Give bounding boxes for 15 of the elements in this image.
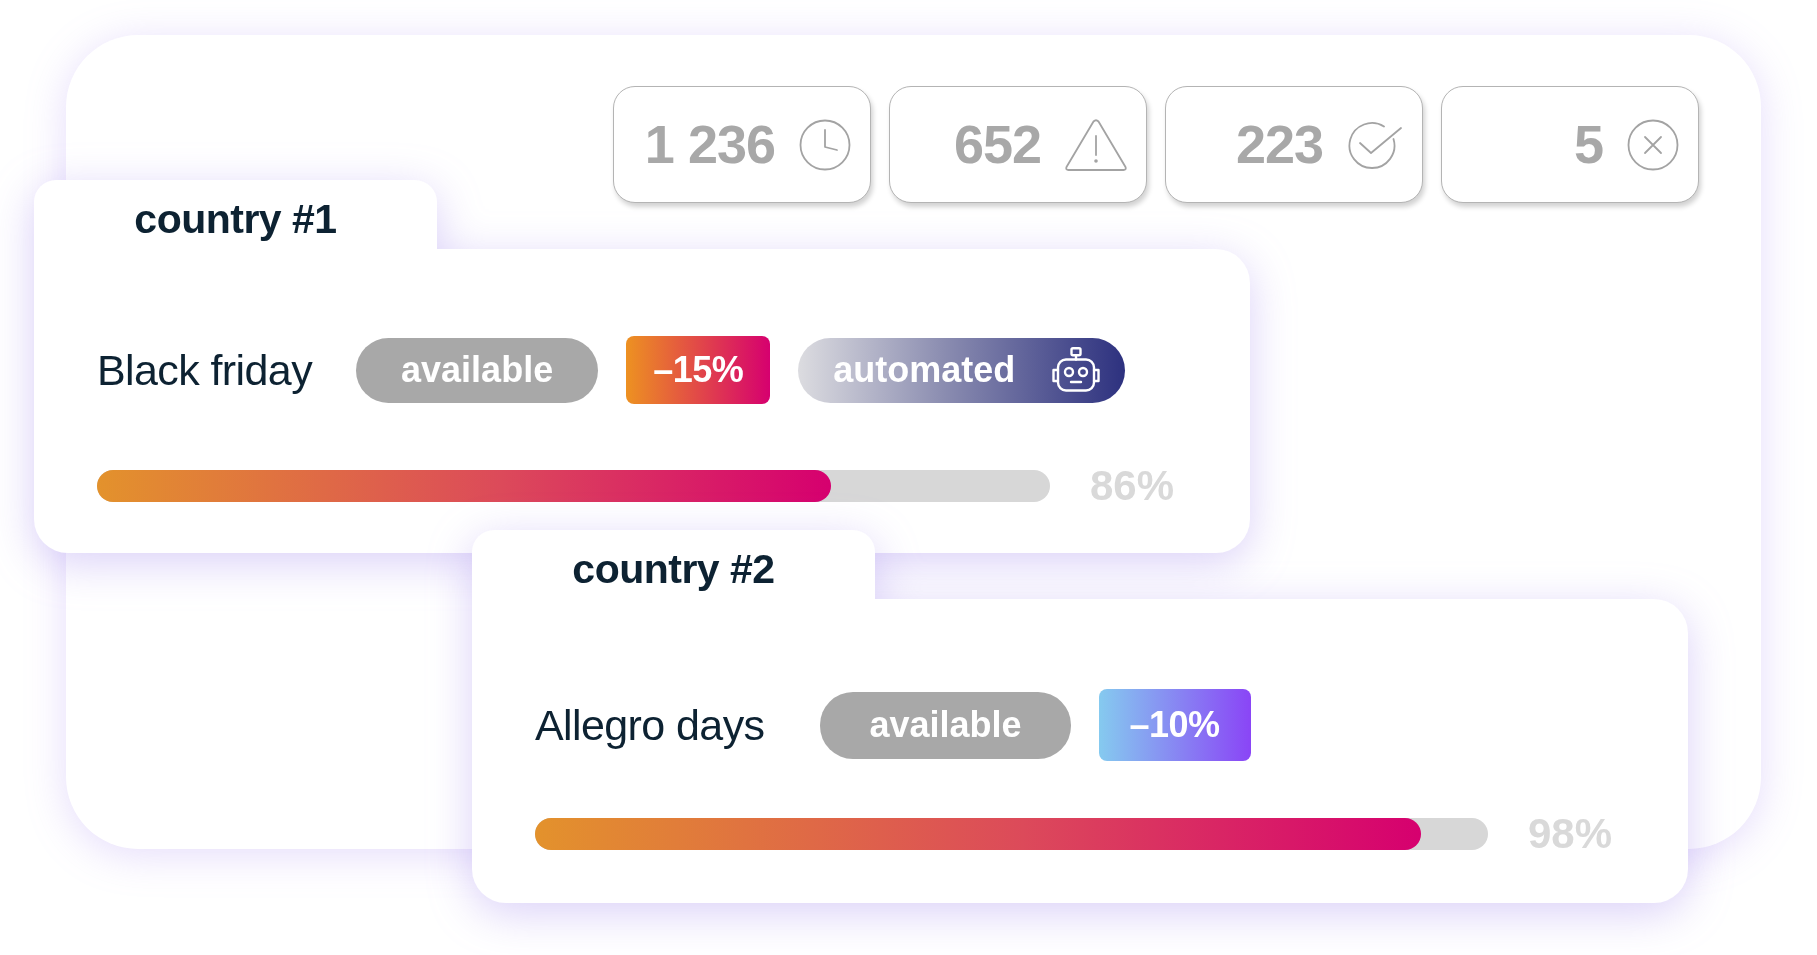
campaign-name: Allegro days	[535, 700, 765, 750]
automation-label: automated	[833, 349, 1016, 391]
status-badge: available	[820, 691, 1071, 759]
stat-value: 652	[953, 114, 1041, 175]
stat-value: 223	[1235, 114, 1323, 175]
clock-icon	[799, 118, 851, 171]
discount-badge: –10%	[1098, 689, 1251, 761]
stat-value: 5	[1573, 114, 1603, 175]
robot-icon	[1051, 347, 1102, 393]
campaign-name: Black friday	[97, 345, 313, 395]
discount-badge: –15%	[626, 336, 771, 404]
warning-icon	[1065, 118, 1127, 171]
cross-circle-icon	[1627, 118, 1679, 171]
status-badge: available	[356, 337, 599, 403]
stat-value: 1 236	[644, 114, 775, 175]
